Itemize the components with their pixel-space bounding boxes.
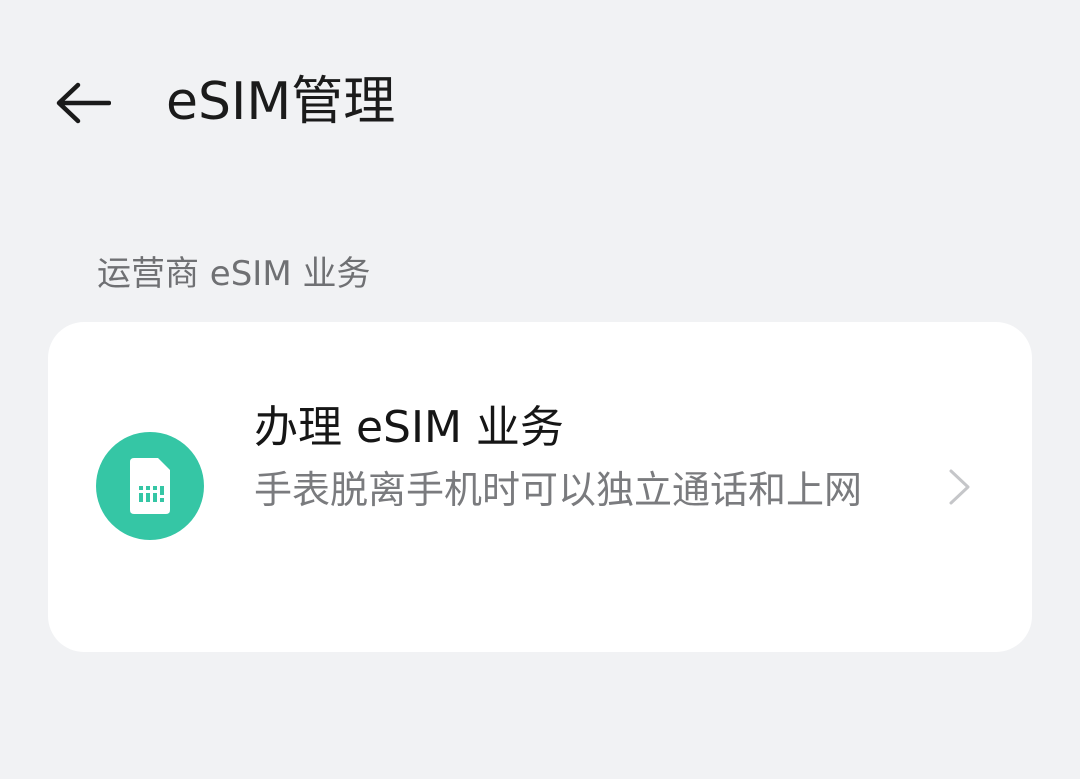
item-title: 办理 eSIM 业务: [254, 402, 564, 453]
sim-card-icon: [96, 432, 204, 540]
back-button[interactable]: [50, 72, 116, 134]
chevron-right-icon: [949, 469, 970, 505]
esim-service-item[interactable]: 办理 eSIM 业务 手表脱离手机时可以独立通话和上网: [48, 322, 1032, 652]
item-description: 手表脱离手机时可以独立通话和上网: [254, 468, 863, 512]
page-title: eSIM管理: [166, 72, 396, 132]
arrow-left-icon: [56, 82, 111, 124]
section-header: 运营商 eSIM 业务: [97, 254, 371, 294]
top-app-bar: eSIM管理: [0, 0, 1080, 205]
